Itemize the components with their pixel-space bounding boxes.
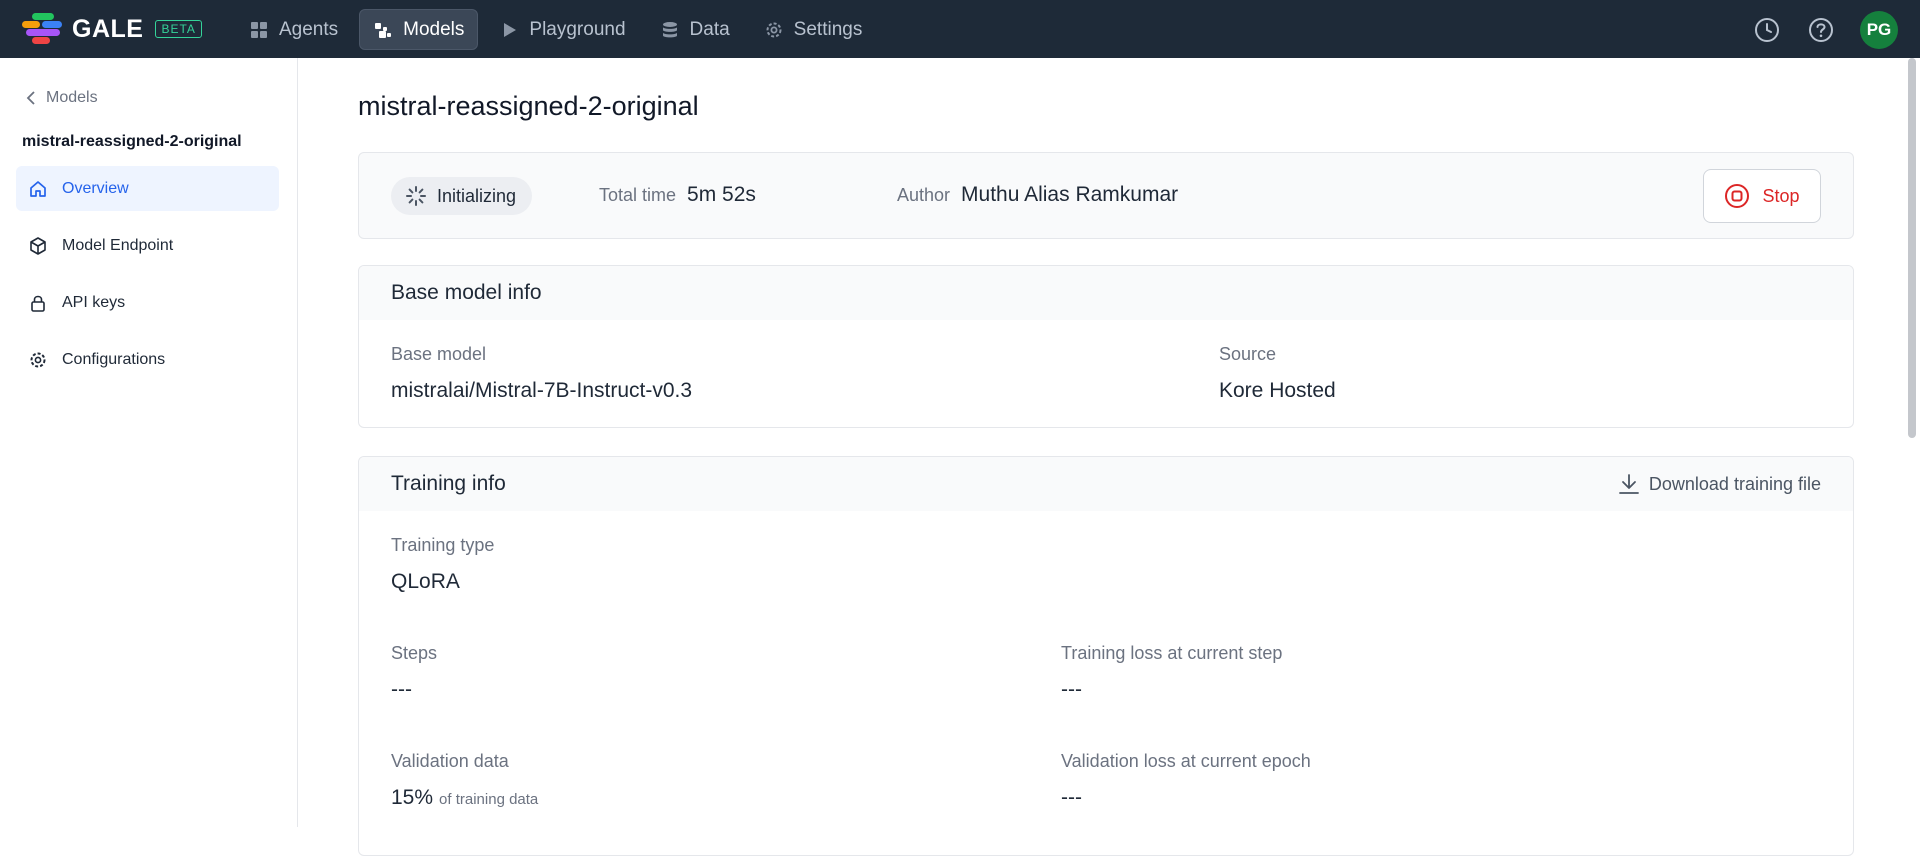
steps-field: Steps --- — [391, 643, 437, 702]
nav-data[interactable]: Data — [647, 9, 743, 50]
card-header: Training info Download training file — [359, 457, 1853, 511]
field-value: --- — [391, 678, 412, 701]
play-icon — [504, 22, 517, 37]
gale-logo-icon — [22, 12, 64, 46]
nav-settings[interactable]: Settings — [751, 9, 876, 50]
sidebar-model-title: mistral-reassigned-2-original — [22, 133, 242, 150]
help-icon — [1809, 18, 1833, 42]
brand-name: GALE — [72, 14, 144, 43]
back-link-label: Models — [46, 89, 98, 106]
card-header: Base model info — [359, 266, 1853, 320]
total-time: Total time 5m 52s — [599, 183, 756, 207]
field-label: Validation loss at current epoch — [1061, 751, 1311, 771]
sidebar-menu: Overview Model Endpoint API keys Configu… — [16, 166, 279, 394]
field-value: --- — [1061, 678, 1082, 701]
validation-loss-field: Validation loss at current epoch --- — [1061, 751, 1311, 810]
sidebar-item-overview[interactable]: Overview — [16, 166, 279, 211]
nav-data-label: Data — [689, 18, 730, 40]
author-value: Muthu Alias Ramkumar — [961, 183, 1179, 206]
grid-icon — [251, 21, 267, 38]
cube-icon — [30, 236, 46, 255]
base-model-info-card: Base model info Base model mistralai/Mis… — [358, 265, 1854, 428]
clock-icon — [1755, 18, 1779, 42]
training-info-card: Training info Download training file Tra… — [358, 456, 1854, 856]
download-training-file-button[interactable]: Download training file — [1617, 472, 1821, 496]
main-content: mistral-reassigned-2-original Initializi… — [298, 58, 1904, 856]
nav-agents-label: Agents — [279, 18, 339, 40]
download-icon — [1618, 474, 1639, 494]
download-label: Download training file — [1648, 473, 1821, 494]
field-value: --- — [1061, 786, 1082, 809]
field-label: Training loss at current step — [1061, 643, 1283, 663]
help-button[interactable] — [1806, 15, 1836, 45]
stop-button[interactable]: Stop — [1703, 169, 1821, 223]
field-label: Validation data — [391, 751, 509, 771]
back-to-models-link[interactable]: Models — [26, 89, 98, 107]
base-model-field: Base model mistralai/Mistral-7B-Instruct… — [391, 344, 692, 403]
page-title: mistral-reassigned-2-original — [358, 91, 699, 121]
database-icon — [662, 21, 677, 37]
brand-logo[interactable]: GALE BETA — [22, 12, 202, 46]
beta-badge: BETA — [155, 20, 202, 38]
training-type-field: Training type QLoRA — [391, 535, 494, 594]
top-right-actions: PG — [1752, 11, 1898, 49]
models-icon — [375, 22, 392, 38]
spinner-icon — [406, 186, 426, 206]
author: Author Muthu Alias Ramkumar — [897, 183, 1178, 207]
avatar[interactable]: PG — [1860, 11, 1898, 49]
card-heading: Training info — [391, 472, 506, 495]
history-button[interactable] — [1752, 15, 1782, 45]
nav-playground[interactable]: Playground — [486, 9, 638, 50]
home-icon — [30, 180, 46, 197]
card-heading: Base model info — [391, 281, 542, 304]
source-field: Source Kore Hosted — [1219, 344, 1336, 403]
status-text: Initializing — [437, 185, 517, 206]
total-time-value: 5m 52s — [687, 183, 756, 206]
sidebar-item-model-endpoint[interactable]: Model Endpoint — [16, 223, 279, 268]
nav-settings-label: Settings — [793, 18, 863, 40]
status-badge: Initializing — [391, 177, 533, 215]
field-label: Training type — [391, 535, 495, 555]
lock-icon — [31, 295, 45, 312]
nav-models-label: Models — [403, 18, 465, 40]
nav-playground-label: Playground — [529, 18, 626, 40]
sidebar-item-api-keys[interactable]: API keys — [16, 280, 279, 325]
nav-agents[interactable]: Agents — [236, 9, 351, 50]
field-value: QLoRA — [391, 570, 460, 593]
sidebar-item-label: Overview — [62, 179, 129, 197]
validation-suffix: of training data — [439, 791, 539, 808]
sidebar-item-label: Model Endpoint — [62, 236, 174, 254]
stop-icon — [1725, 184, 1750, 208]
sidebar-item-configurations[interactable]: Configurations — [16, 337, 279, 382]
gear-icon — [30, 352, 46, 367]
chevron-left-icon — [26, 91, 35, 105]
gear-icon — [766, 22, 782, 37]
validation-data-value: 15% of training data — [391, 786, 538, 810]
validation-percent: 15% — [391, 786, 434, 809]
status-card: Initializing Total time 5m 52s Author Mu… — [358, 152, 1854, 239]
nav-models[interactable]: Models — [359, 9, 479, 50]
field-value: Kore Hosted — [1219, 379, 1336, 402]
field-label: Base model — [391, 344, 487, 364]
stop-button-label: Stop — [1762, 185, 1800, 206]
validation-data-field: Validation data 15% of training data — [391, 751, 538, 810]
field-label: Steps — [391, 643, 438, 663]
field-value: mistralai/Mistral-7B-Instruct-v0.3 — [391, 379, 693, 402]
page-scrollbar[interactable] — [1908, 58, 1916, 438]
author-label: Author — [897, 185, 951, 205]
field-label: Source — [1219, 344, 1277, 364]
training-loss-field: Training loss at current step --- — [1061, 643, 1282, 702]
sidebar-item-label: API keys — [62, 293, 126, 311]
main-nav: Agents Models Playground Data Settings — [236, 9, 875, 50]
top-navbar: GALE BETA Agents Models Playground Data … — [0, 0, 1920, 58]
sidebar: Models mistral-reassigned-2-original Ove… — [0, 58, 298, 827]
sidebar-item-label: Configurations — [62, 350, 166, 368]
total-time-label: Total time — [599, 185, 677, 205]
